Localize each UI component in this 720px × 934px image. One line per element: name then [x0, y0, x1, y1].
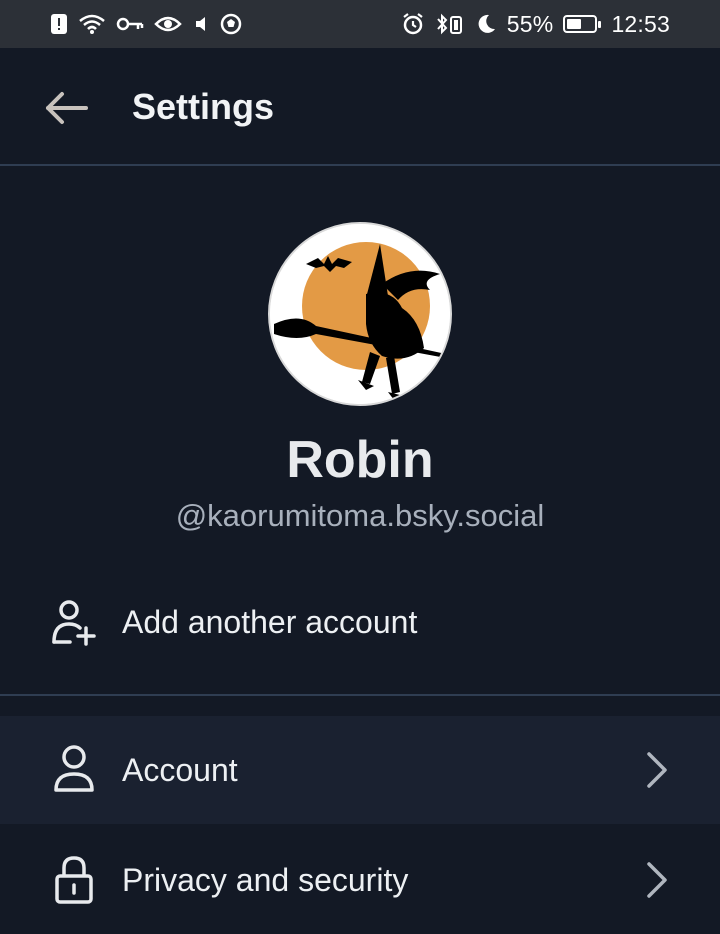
battery-percent: 55%: [506, 10, 554, 37]
menu-item-label: Privacy and security: [122, 862, 409, 898]
chevron-right-icon: [647, 752, 667, 788]
menu-item-label: Account: [122, 752, 238, 788]
section-divider: [0, 694, 720, 696]
menu-item-privacy-and-security[interactable]: Privacy and security: [0, 826, 720, 934]
back-button[interactable]: [40, 88, 94, 128]
alert-icon: [50, 13, 68, 35]
chevron-right-icon: [647, 862, 667, 898]
volume-icon: [192, 14, 210, 34]
app-header: Settings: [0, 48, 720, 166]
status-bar: 55% 12:53: [0, 0, 720, 48]
arrow-left-icon: [46, 92, 88, 124]
witch-silhouette-avatar: [270, 224, 450, 404]
alarm-icon: [401, 12, 425, 36]
status-bar-left: [50, 13, 242, 35]
user-plus-icon: [52, 600, 96, 646]
profile-name: Robin: [286, 431, 434, 489]
avatar[interactable]: [268, 222, 452, 406]
clock: 12:53: [611, 10, 670, 37]
moon-icon: [475, 13, 497, 35]
battery-icon: [563, 15, 602, 33]
add-another-account-label: Add another account: [122, 604, 418, 640]
add-another-account-button[interactable]: Add another account: [0, 586, 720, 658]
profile-handle: @kaorumitoma.bsky.social: [175, 498, 545, 533]
user-icon: [54, 745, 94, 792]
eye-icon: [154, 14, 182, 34]
page-title: Settings: [132, 86, 275, 127]
profile-section: Robin @kaorumitoma.bsky.social Add anoth…: [0, 166, 720, 694]
bluetooth-vibrate-icon: [435, 12, 465, 36]
status-bar-right: 55% 12:53: [401, 11, 670, 38]
soccer-ball-icon: [220, 13, 242, 35]
battery-level-fill: [567, 19, 582, 29]
wifi-icon: [78, 13, 106, 35]
menu-item-account[interactable]: Account: [0, 716, 720, 824]
lock-icon: [55, 856, 93, 904]
key-icon: [116, 14, 144, 34]
